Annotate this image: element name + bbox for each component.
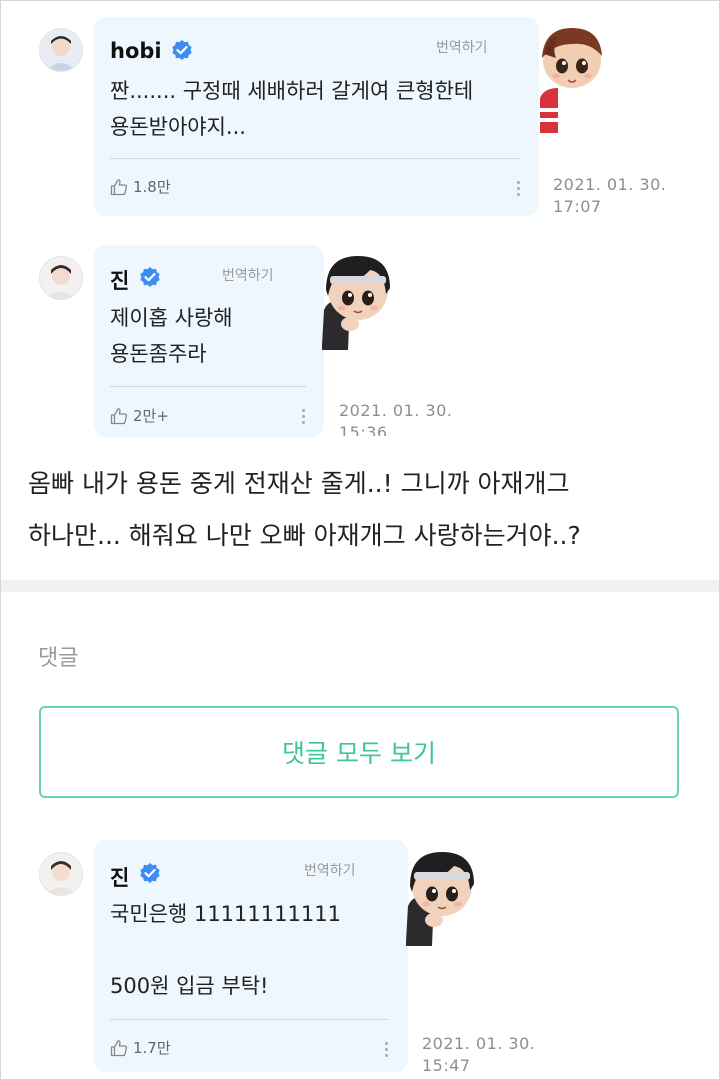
comment-message: 국민은행 11111111111 500원 입금 부탁!	[110, 902, 341, 998]
thumbs-up-icon	[110, 1039, 128, 1056]
section-divider	[0, 580, 720, 592]
post-bubble-hobi: hobi 번역하기 짠....... 구정때 세배하러 갈게여 큰형한테 용돈받…	[94, 17, 539, 216]
translate-button[interactable]: 번역하기	[436, 37, 488, 57]
post-message: 짠....... 구정때 세배하러 갈게여 큰형한테 용돈받아야지...	[110, 79, 474, 139]
profile-photo-jin	[40, 853, 82, 895]
timestamp: 2021. 01. 30. 17:07	[553, 174, 666, 218]
more-options-icon[interactable]	[385, 1042, 389, 1058]
like-count: 1.7만	[133, 1039, 171, 1057]
timestamp-date: 2021. 01. 30.	[553, 175, 667, 194]
timestamp-date: 2021. 01. 30.	[339, 401, 453, 420]
divider	[110, 1019, 388, 1020]
verified-badge-icon	[140, 863, 160, 883]
avatar-jin[interactable]	[39, 256, 83, 300]
profile-photo-jin	[40, 257, 82, 299]
profile-photo-hobi	[40, 29, 82, 71]
character-sticker-rj	[322, 256, 390, 350]
like-count: 1.8만	[133, 178, 171, 196]
more-options-icon[interactable]	[517, 181, 521, 197]
avatar-hobi[interactable]	[39, 28, 83, 72]
like-count: 2만+	[133, 407, 169, 425]
verified-badge-icon	[140, 267, 160, 287]
timestamp-time: 15:36	[339, 423, 388, 436]
like-button[interactable]: 1.8만	[110, 176, 171, 197]
post-body-text: 옴빠 내가 용돈 중게 전재산 줄게..! 그니까 아재개그 하나만... 해줘…	[28, 469, 581, 550]
character-sticker-rj	[406, 852, 474, 946]
post-message: 제이홉 사랑해 용돈좀주라	[110, 306, 233, 366]
comment-bubble-jin: 진 번역하기 국민은행 11111111111 500원 입금 부탁! 1.7만	[94, 840, 408, 1072]
post-bubble-jin: 진 번역하기 제이홉 사랑해 용돈좀주라 2만+	[94, 245, 324, 437]
like-button[interactable]: 2만+	[110, 405, 169, 426]
thumbs-up-icon	[110, 407, 128, 424]
view-all-comments-button[interactable]: 댓글 모두 보기	[39, 706, 679, 798]
like-button[interactable]: 1.7만	[110, 1037, 171, 1058]
divider	[110, 158, 520, 159]
translate-button[interactable]: 번역하기	[304, 860, 356, 880]
character-sticker-tata	[540, 28, 602, 133]
author-name[interactable]: 진	[110, 862, 129, 892]
timestamp-time: 17:07	[553, 197, 602, 216]
author-name[interactable]: 진	[110, 265, 129, 295]
timestamp: 2021. 01. 30. 15:47	[422, 1033, 535, 1077]
author-name[interactable]: hobi	[110, 39, 162, 63]
thumbs-up-icon	[110, 178, 128, 195]
translate-button[interactable]: 번역하기	[222, 265, 274, 285]
timestamp-time: 15:47	[422, 1056, 471, 1075]
more-options-icon[interactable]	[302, 409, 306, 425]
avatar-jin[interactable]	[39, 852, 83, 896]
comments-heading: 댓글	[38, 646, 79, 671]
timestamp-date: 2021. 01. 30.	[422, 1034, 536, 1053]
timestamp: 2021. 01. 30. 15:36	[339, 400, 452, 436]
divider	[110, 386, 306, 387]
verified-badge-icon	[172, 40, 192, 60]
